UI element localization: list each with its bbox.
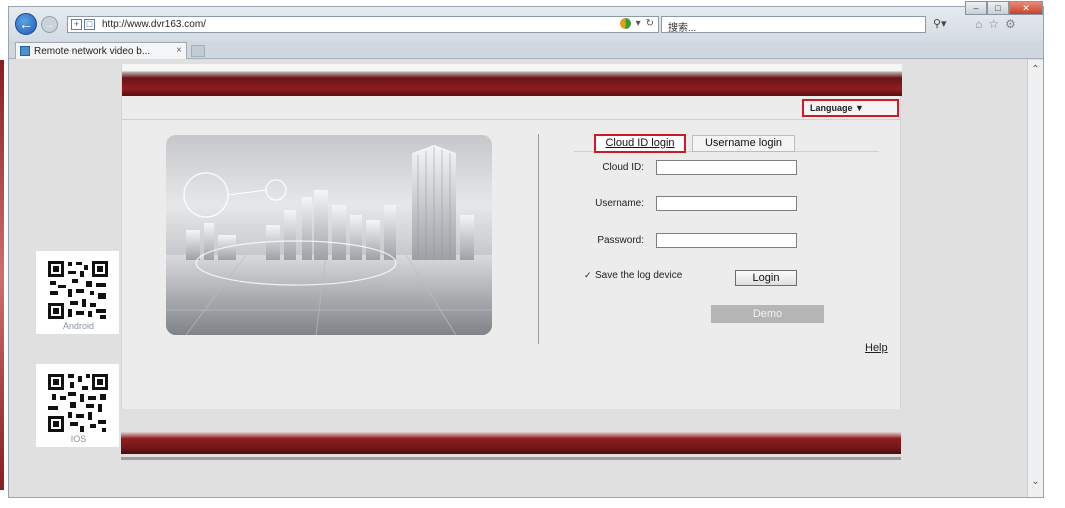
address-bar[interactable]: + □ http://www.dvr163.com/ ▾ ↻ <box>67 16 659 33</box>
ios-qr-code-icon <box>46 372 110 434</box>
home-icon[interactable]: ⌂ <box>975 17 988 31</box>
save-log-label: Save the log device <box>595 270 683 281</box>
city-skyline-image <box>166 135 492 335</box>
page-icon: □ <box>84 19 95 30</box>
star-icon[interactable]: ☆ <box>988 17 1005 31</box>
language-dropdown[interactable]: Language ▼ <box>802 99 899 117</box>
tab-username-login[interactable]: Username login <box>692 135 795 152</box>
save-log-device-row: ✓ Save the log device <box>584 270 682 281</box>
tab-strip: Remote network video b... × <box>9 41 1043 59</box>
forward-arrow-icon[interactable]: → <box>41 16 58 33</box>
browser-toolbar: ← → + □ http://www.dvr163.com/ ▾ ↻ 搜索... … <box>9 1 1043 41</box>
login-button[interactable]: Login <box>735 270 797 286</box>
add-icon[interactable]: + <box>71 19 82 30</box>
background-edge-strip <box>0 60 4 490</box>
username-label: Username: <box>595 198 644 209</box>
username-field[interactable] <box>656 196 797 211</box>
search-icon[interactable]: ⚲▾ <box>933 17 947 30</box>
scroll-up-icon[interactable]: ⌃ <box>1030 64 1041 75</box>
minimize-button[interactable]: – <box>965 1 987 15</box>
vertical-scrollbar[interactable]: ⌃ ⌄ <box>1027 60 1043 497</box>
tab-favicon-icon <box>20 46 30 56</box>
ios-label: IOS <box>70 434 87 444</box>
login-page: Language ▼ Cloud ID login Username login… <box>121 64 902 409</box>
password-field[interactable] <box>656 233 797 248</box>
new-tab-button[interactable] <box>191 45 205 57</box>
address-bar-icons: + □ <box>68 19 100 30</box>
android-qr-code-icon <box>46 259 110 321</box>
android-label: Android <box>62 321 95 331</box>
browser-tab[interactable]: Remote network video b... × <box>15 42 187 59</box>
dropdown-icon[interactable]: ▾ <box>636 18 641 29</box>
footer-line <box>121 457 901 460</box>
close-window-button[interactable]: ✕ <box>1009 1 1043 15</box>
password-label: Password: <box>597 235 644 246</box>
ios-qr-card: IOS <box>35 363 120 448</box>
maximize-button[interactable]: □ <box>987 1 1009 15</box>
back-arrow-icon[interactable]: ← <box>15 13 37 35</box>
tab-cloud-id-login[interactable]: Cloud ID login <box>594 134 686 153</box>
vertical-divider <box>538 134 539 344</box>
address-bar-actions: ▾ ↻ <box>619 18 654 29</box>
url-text[interactable]: http://www.dvr163.com/ <box>102 19 206 30</box>
window-controls: – □ ✕ <box>965 1 1043 15</box>
toolbar-icons: ⌂☆⚙ <box>975 17 1022 31</box>
compatibility-icon[interactable] <box>619 18 631 29</box>
screenshot: { "browser": { "url": "http://www.dvr163… <box>0 0 1065 508</box>
footer-band <box>121 432 901 454</box>
search-box[interactable]: 搜索... <box>661 16 926 34</box>
search-input[interactable]: 搜索... <box>668 19 696 34</box>
help-link[interactable]: Help <box>865 342 888 354</box>
scroll-down-icon[interactable]: ⌄ <box>1030 476 1041 487</box>
login-tabs: Cloud ID login Username login <box>574 134 879 153</box>
header-band <box>122 72 902 96</box>
skyline-graphic <box>166 145 492 335</box>
save-log-checkbox[interactable]: ✓ <box>584 271 593 280</box>
android-qr-card: Android <box>35 250 120 335</box>
header-top-stripe <box>122 64 902 72</box>
cloud-id-field[interactable] <box>656 160 797 175</box>
demo-button[interactable]: Demo <box>711 305 824 323</box>
refresh-icon[interactable]: ↻ <box>646 18 654 29</box>
cloud-id-label: Cloud ID: <box>602 162 644 173</box>
tab-title: Remote network video b... <box>34 45 151 57</box>
header-divider <box>122 119 902 120</box>
tab-close-icon[interactable]: × <box>176 45 182 56</box>
gear-icon[interactable]: ⚙ <box>1005 17 1022 31</box>
